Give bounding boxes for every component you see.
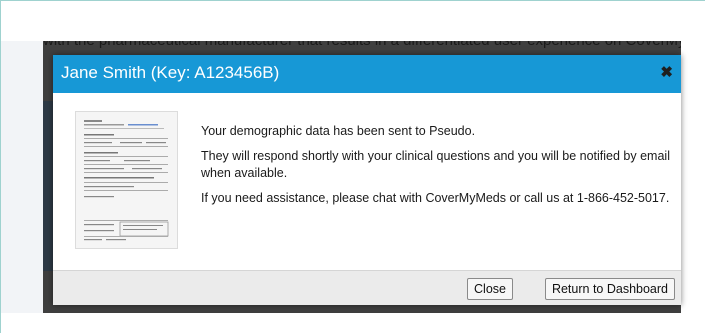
- page-frame: with the pharmaceutical manufacturer tha…: [0, 0, 705, 333]
- dialog-body: Your demographic data has been sent to P…: [53, 93, 681, 268]
- background-text: with the pharmaceutical manufacturer tha…: [43, 41, 681, 49]
- dialog-title: Jane Smith (Key: A123456B): [61, 63, 280, 82]
- message-line-3: If you need assistance, please chat with…: [201, 191, 670, 205]
- close-icon[interactable]: ✖: [660, 63, 673, 83]
- close-button[interactable]: Close: [467, 278, 513, 300]
- document-thumbnail-svg: [76, 112, 177, 248]
- dialog-footer: Close Return to Dashboard: [53, 270, 681, 305]
- left-accent: [1, 41, 43, 313]
- message-line-2: They will respond shortly with your clin…: [201, 149, 670, 180]
- dialog: Jane Smith (Key: A123456B) ✖ Your demogr…: [53, 55, 681, 305]
- dialog-header: Jane Smith (Key: A123456B) ✖: [53, 55, 681, 93]
- return-to-dashboard-button[interactable]: Return to Dashboard: [544, 278, 675, 300]
- dialog-message: Your demographic data has been sent to P…: [201, 123, 671, 215]
- message-line-1: Your demographic data has been sent to P…: [201, 124, 476, 138]
- document-thumbnail-icon: [75, 111, 178, 249]
